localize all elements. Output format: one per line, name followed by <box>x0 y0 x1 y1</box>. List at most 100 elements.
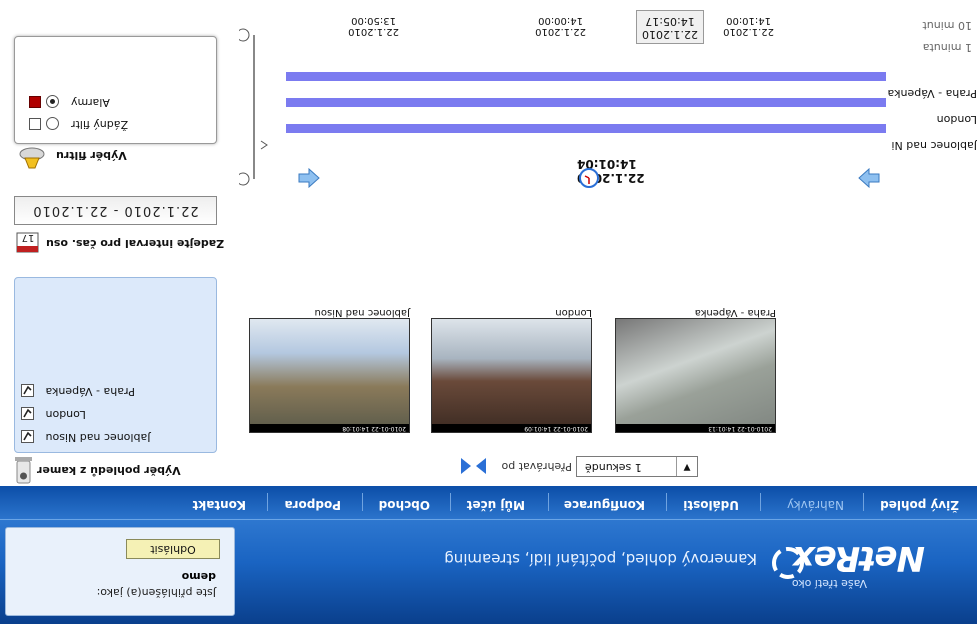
date-range-field[interactable]: 22.1.2010 - 22.1.2010 <box>14 196 217 225</box>
interval-section: 17 Zadejte interval pro čas. osu <box>15 228 224 256</box>
zoom-slider[interactable] <box>239 27 269 187</box>
menu-item-recordings[interactable]: Nahrávky <box>787 498 844 512</box>
filter-title: Výběr filtru <box>56 149 127 162</box>
filter-option-none[interactable]: Žádný filtr <box>25 117 129 131</box>
thumbnail-timestamp: 2010-01-22 14:01:08 <box>249 424 409 432</box>
tick-date: 22.1.2010 <box>348 26 399 37</box>
tick-time: 14:00:00 <box>538 15 584 26</box>
filter-option-label: Alarmy <box>71 96 110 109</box>
menu-item-events[interactable]: Události <box>683 498 739 512</box>
arrow-right-icon[interactable] <box>857 168 881 188</box>
camera-label: Praha - Vápenka <box>45 385 135 398</box>
chevron-down-icon[interactable]: ▼ <box>676 457 697 476</box>
clock-icon <box>579 168 599 188</box>
tick-time: 14:10:00 <box>726 15 772 26</box>
zoom-in-icon[interactable] <box>239 172 250 186</box>
tick-date: 22.1.2010 <box>535 26 586 37</box>
timeline-track[interactable] <box>286 72 886 81</box>
camera-icon <box>15 457 32 484</box>
menu-item-support[interactable]: Podpora <box>285 498 341 512</box>
cursor-date: 22.1.2010 <box>642 28 698 41</box>
play-back-icon[interactable] <box>461 458 471 474</box>
filter-section: Výběr filtru <box>16 142 217 172</box>
logo-swirl-icon <box>772 547 804 579</box>
menu-item-live-view[interactable]: Živý pohled <box>880 498 959 512</box>
timeline-track[interactable] <box>286 98 886 107</box>
login-username: demo <box>181 570 216 583</box>
camera-selector-title: Výběr pohledů z kamer <box>37 464 181 477</box>
radio-button[interactable] <box>46 95 60 109</box>
timeline-track[interactable] <box>286 124 886 133</box>
tick-label: 22.1.2010 14:10:00 <box>723 15 774 37</box>
tick-label: 22.1.2010 14:00:00 <box>535 15 586 37</box>
thumbnail-timestamp: 2010-01-22 14:01:13 <box>615 424 775 432</box>
camera-checkbox[interactable] <box>21 430 34 444</box>
menu-item-configuration[interactable]: Konfigurace <box>564 498 645 512</box>
arrow-left-icon[interactable] <box>297 168 321 188</box>
tick-label: 22.1.2010 13:50:00 <box>348 15 399 37</box>
track-label-praha: Praha - Vápenka <box>887 87 977 100</box>
header: NetRex Vaše třetí oko Kamerový dohled, p… <box>0 486 977 624</box>
menu-item-contact[interactable]: Kontakt <box>193 498 246 512</box>
calendar-icon[interactable]: 17 <box>15 230 39 256</box>
filter-icon[interactable] <box>17 144 47 172</box>
tagline: Kamerový dohled, počítání lidí, streamin… <box>444 550 757 568</box>
filter-panel: Žádný filtr Alarmy <box>14 36 217 144</box>
svg-text:17: 17 <box>22 232 35 243</box>
camera-thumbnail-image[interactable]: 2010-01-22 14:01:08 <box>249 318 410 433</box>
logo: NetRex Vaše třetí oko <box>765 514 955 604</box>
login-status-text: Jste přihlášen(a) jako: <box>96 586 216 599</box>
menu-item-my-account[interactable]: Můj účet <box>467 498 525 512</box>
track-label-london: London <box>936 113 977 126</box>
menu-divider <box>548 493 549 511</box>
scale-minor-label[interactable]: 1 minuta <box>923 41 972 54</box>
interval-title: Zadejte interval pro čas. osu <box>46 237 225 250</box>
thumbnail-label: Jablonec nad Nisou <box>314 307 410 318</box>
menu-divider <box>362 493 363 511</box>
thumbnail-label: London <box>555 307 592 318</box>
speed-select-value: 1 sekundě <box>585 461 642 474</box>
camera-thumbnail-image[interactable]: 2010-01-22 14:01:13 <box>615 318 776 433</box>
filter-option-alarms[interactable]: Alarmy <box>25 95 110 109</box>
speed-label: Přehrávat po <box>501 460 573 473</box>
zoom-out-icon[interactable] <box>239 28 250 42</box>
menu-divider <box>666 493 667 511</box>
menu-divider <box>863 493 864 511</box>
menu-divider <box>760 493 761 511</box>
camera-checkbox[interactable] <box>21 384 34 398</box>
content-area: Výběr pohledů z kamer Jablonec nad Nisou… <box>0 0 977 487</box>
camera-list-panel: Jablonec nad Nisou London Praha - Vápenk… <box>14 277 217 453</box>
radio-button[interactable] <box>46 117 60 131</box>
tick-time: 13:50:00 <box>351 15 397 26</box>
menu-divider <box>450 493 451 511</box>
camera-item-jablonec[interactable]: Jablonec nad Nisou <box>21 430 151 444</box>
thumbnail-label: Praha - Vápenka <box>694 307 776 318</box>
thumbnail-praha[interactable]: 2010-01-22 14:01:13 Praha - Vápenka <box>615 307 776 433</box>
camera-item-praha[interactable]: Praha - Vápenka <box>21 384 135 398</box>
camera-item-london[interactable]: London <box>21 407 86 421</box>
camera-checkbox[interactable] <box>21 407 34 421</box>
logout-button[interactable]: Odhlásit <box>126 539 220 559</box>
alarm-color-swatch <box>29 96 41 108</box>
login-box: Jste přihlášen(a) jako: demo Odhlásit <box>5 527 235 616</box>
thumbnail-jablonec[interactable]: 2010-01-22 14:01:08 Jablonec nad Nisou <box>249 307 410 433</box>
thumbnail-timestamp: 2010-01-22 14:01:09 <box>431 424 591 432</box>
track-label-jablonec: Jablonec nad Ni <box>891 139 977 152</box>
cursor-time: 14:05:17 <box>645 15 695 28</box>
tick-date: 22.1.2010 <box>723 26 774 37</box>
thumbnail-london[interactable]: 2010-01-22 14:01:09 London <box>431 307 592 433</box>
logo-text: NetRex <box>793 538 925 578</box>
camera-label: London <box>45 408 86 421</box>
filter-option-label: Žádný filtr <box>71 118 129 131</box>
play-forward-icon[interactable] <box>476 458 486 474</box>
main-menu: Živý pohled Nahrávky Události Konfigurac… <box>0 486 977 520</box>
cursor-time-tooltip: 22.1.2010 14:05:17 <box>636 10 704 44</box>
color-swatch <box>29 118 41 130</box>
camera-label: Jablonec nad Nisou <box>45 431 151 444</box>
scale-major-label[interactable]: 10 minut <box>922 19 972 32</box>
menu-item-shop[interactable]: Obchod <box>379 498 430 512</box>
menu-divider <box>267 493 268 511</box>
camera-thumbnail-image[interactable]: 2010-01-22 14:01:09 <box>431 318 592 433</box>
zoom-handle[interactable] <box>260 140 268 150</box>
speed-select[interactable]: ▼ 1 sekundě <box>576 456 698 477</box>
